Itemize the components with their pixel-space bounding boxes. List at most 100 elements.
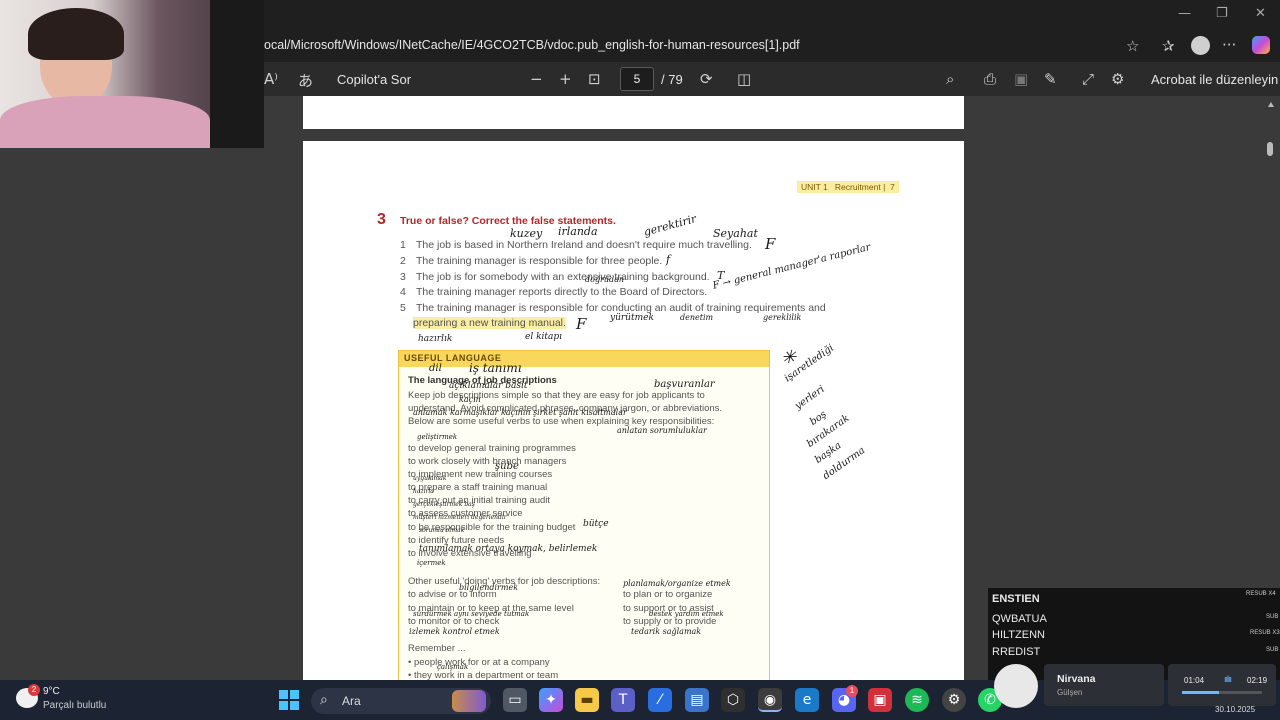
media-title-card[interactable]: Nirvana Gülşen bbox=[1044, 664, 1164, 706]
rotate-icon[interactable]: ⟳ bbox=[700, 70, 713, 88]
teams-icon[interactable]: T bbox=[611, 688, 635, 712]
handwritten-note: sürdürmek aynı seviyede tutmak bbox=[413, 610, 530, 618]
bullet-text: people work for or at a company bbox=[413, 657, 550, 668]
statement-text: The training manager reports directly to… bbox=[416, 286, 708, 298]
handwritten-note: şube bbox=[495, 461, 519, 472]
statement-number: 2 bbox=[400, 255, 406, 267]
edge-icon[interactable]: e bbox=[795, 688, 819, 712]
fit-page-icon[interactable]: ⊡ bbox=[588, 70, 601, 88]
handwritten-note: gerçekleştirmek baş bbox=[413, 501, 475, 508]
store-icon[interactable]: ▤ bbox=[685, 688, 709, 712]
handwritten-note: hazırla bbox=[413, 488, 434, 495]
save-icon[interactable]: ▣ bbox=[1014, 70, 1028, 88]
media-duration: 02:19 bbox=[1247, 676, 1268, 685]
handwritten-note: sorumlu olmak bbox=[419, 527, 465, 534]
handwritten-note: tanımlamak ortaya koymak, belirlemek bbox=[419, 544, 598, 554]
spotify-icon[interactable]: ≋ bbox=[905, 688, 929, 712]
overlay-row-name: QWBATUA bbox=[992, 613, 1047, 625]
copilot-icon[interactable] bbox=[1252, 36, 1270, 54]
media-elapsed: 01:04 bbox=[1184, 676, 1205, 685]
handwritten-note: gereklilik bbox=[763, 313, 802, 322]
handwritten-note: başvuranlar bbox=[654, 379, 715, 390]
translate-icon[interactable]: あ bbox=[298, 70, 313, 91]
app-cube-icon[interactable]: ⬡ bbox=[721, 688, 745, 712]
webcam-dark-edge bbox=[210, 0, 264, 148]
overlay-row-tag: RESUB X3 bbox=[1250, 630, 1280, 636]
header-page: 7 bbox=[890, 182, 895, 192]
handwritten-note: irlanda bbox=[558, 225, 598, 238]
overlay-row-tag: RESUB X4 bbox=[1246, 591, 1276, 597]
read-aloud-icon[interactable]: A⁾ bbox=[264, 70, 278, 88]
maximize-button[interactable]: ❐ bbox=[1216, 6, 1228, 21]
address-bar-url[interactable]: ocal/Microsoft/Windows/INetCache/IE/4GCO… bbox=[264, 38, 800, 52]
start-windows-icon[interactable] bbox=[279, 690, 299, 710]
page-view-icon[interactable]: ◫ bbox=[737, 70, 751, 88]
bullet-text: they work in a department or team bbox=[413, 670, 559, 680]
clock-date[interactable]: 30.10.2025 bbox=[1215, 705, 1280, 720]
overlay-row-name: ENSTIEN bbox=[992, 593, 1040, 605]
weather-desc[interactable]: Parçalı bulutlu bbox=[43, 700, 106, 711]
task-view-icon[interactable]: ▭ bbox=[503, 688, 527, 712]
zoom-out-icon[interactable]: − bbox=[530, 70, 543, 88]
statement-text: The training manager is responsible for … bbox=[416, 255, 663, 267]
webcam-person-hair bbox=[28, 8, 124, 60]
minimize-button[interactable]: — bbox=[1178, 6, 1191, 21]
header-section: Recruitment bbox=[834, 182, 881, 192]
azure-icon[interactable]: ⁄ bbox=[648, 688, 672, 712]
media-album-art[interactable] bbox=[994, 664, 1038, 708]
more-options-icon[interactable]: ··· bbox=[1222, 37, 1236, 53]
previous-page bbox=[303, 96, 964, 129]
statement-number: 3 bbox=[400, 271, 406, 283]
intro-line: Keep job descriptions simple so that the… bbox=[408, 390, 705, 401]
annotate-icon[interactable]: ✎ bbox=[1044, 70, 1057, 88]
file-explorer-icon[interactable]: ▬ bbox=[575, 688, 599, 712]
zoom-in-icon[interactable]: + bbox=[559, 70, 572, 88]
chrome-icon[interactable]: ◉ bbox=[758, 688, 782, 712]
red-app-icon[interactable]: ▣ bbox=[868, 688, 892, 712]
handwritten-note: denetim bbox=[680, 313, 714, 322]
overlay-row-tag: SUB bbox=[1266, 614, 1279, 620]
search-highlight-icon[interactable] bbox=[452, 690, 486, 712]
handwritten-note: anlatan sorumluluklar bbox=[617, 426, 707, 435]
media-progress-card[interactable]: 01:04 ıılıı 02:19 bbox=[1168, 664, 1276, 706]
overlay-row-tag: SUB bbox=[1266, 647, 1279, 653]
print-icon[interactable]: ⎙ bbox=[984, 70, 996, 88]
verb-line: to develop general training programmes bbox=[408, 443, 576, 454]
page-number-input[interactable]: 5 bbox=[620, 67, 654, 91]
statement-text: preparing a new training manual. bbox=[413, 317, 566, 329]
copilot-app-icon[interactable]: ✦ bbox=[539, 688, 563, 712]
bullet-item: • people work for or at a company bbox=[408, 657, 550, 668]
handwritten-note: bilgilendirmek bbox=[459, 583, 519, 592]
handwritten-note: Seyahat bbox=[713, 227, 758, 240]
steam-icon[interactable]: ⚙ bbox=[942, 688, 966, 712]
remember-label: Remember ... bbox=[408, 643, 466, 654]
weather-temp[interactable]: 9°C bbox=[43, 686, 60, 697]
useful-language-box: USEFUL LANGUAGE The language of job desc… bbox=[398, 350, 770, 680]
handwritten-note: tedarik sağlamak bbox=[631, 627, 702, 636]
profile-avatar[interactable] bbox=[1191, 36, 1210, 55]
acrobat-edit-button[interactable]: Acrobat ile düzenleyin bbox=[1151, 72, 1278, 87]
handwritten-note: yürütmek bbox=[610, 313, 654, 323]
taskbar-search-label: Ara bbox=[342, 694, 361, 708]
handwritten-note: F bbox=[576, 315, 587, 333]
settings-gear-icon[interactable]: ⚙ bbox=[1111, 70, 1124, 88]
favorite-star-icon[interactable]: ☆ bbox=[1126, 38, 1139, 54]
handwritten-note: uygulamak bbox=[413, 475, 447, 482]
handwritten-note: hazırlık bbox=[418, 334, 453, 344]
handwritten-note: f bbox=[666, 253, 671, 266]
overlay-row-name: RREDIST bbox=[992, 646, 1041, 658]
overlay-row-name: HILTZENN bbox=[992, 629, 1045, 641]
fullscreen-icon[interactable]: ⤢ bbox=[1082, 70, 1094, 88]
media-progress-track[interactable] bbox=[1182, 691, 1262, 694]
copilot-ask-button[interactable]: Copilot'a Sor bbox=[337, 72, 411, 87]
running-header: UNIT 1 Recruitment | 7 bbox=[797, 181, 899, 193]
search-icon[interactable]: ⌕ bbox=[946, 70, 954, 88]
handwritten-note: kaçın bbox=[459, 395, 481, 404]
handwritten-note: iş tanımı bbox=[469, 361, 522, 375]
handwritten-note: içermek bbox=[417, 559, 446, 567]
webcam-overlay bbox=[0, 0, 264, 148]
favorites-icon[interactable]: ✰ bbox=[1162, 38, 1175, 54]
close-button[interactable]: ✕ bbox=[1255, 6, 1266, 21]
verb-line: to work closely with branch managers bbox=[408, 456, 567, 467]
bullet-item: • they work in a department or team bbox=[408, 670, 559, 680]
